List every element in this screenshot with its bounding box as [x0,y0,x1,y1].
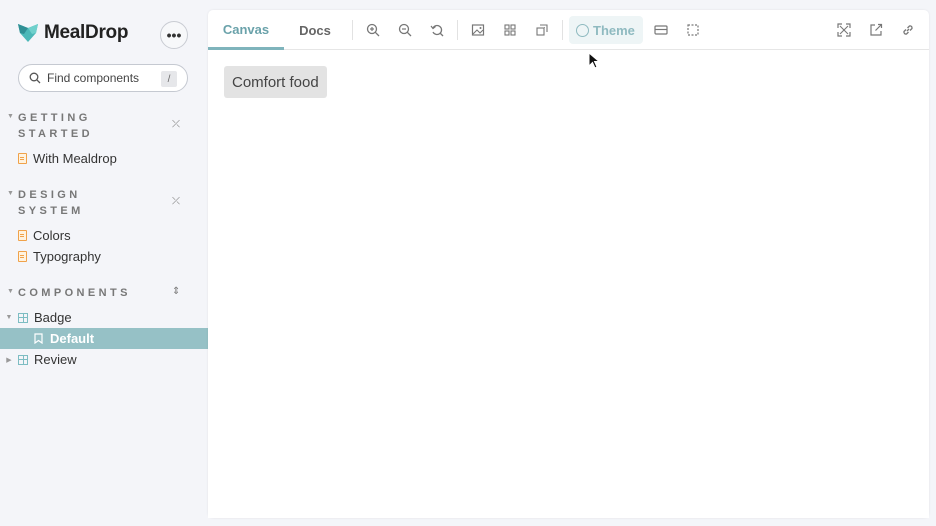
fullscreen-icon[interactable] [836,22,852,38]
expand-collapse-icon[interactable]: ⇕ [172,286,180,297]
preview-panel: Canvas Docs Theme Comfort food [208,10,929,518]
section-title: DESIGN SYSTEM [18,189,84,217]
sidebar-item-label: With Mealdrop [33,151,117,166]
sidebar-item-colors[interactable]: Colors [0,225,208,246]
fox-logo-icon [18,24,38,42]
bookmark-icon [34,333,43,344]
sidebar-item-label: Typography [33,249,101,264]
section-title: COMPONENTS [18,287,131,299]
background-icon[interactable] [470,22,486,38]
outline-icon[interactable] [685,22,701,38]
measure-icon[interactable] [534,22,550,38]
sidebar-item-label: Colors [33,228,71,243]
section-components[interactable]: ▼ COMPONENTS ⇕ [0,285,208,303]
sidebar-item-with-mealdrop[interactable]: With Mealdrop [0,148,208,169]
zoom-out-icon[interactable] [397,22,413,38]
open-new-tab-icon[interactable] [868,22,884,38]
search-icon [29,72,41,84]
sidebar-item-review[interactable]: ▶ Review [0,349,208,370]
sidebar-item-label: Default [50,331,95,346]
toolbar-divider [457,20,458,40]
document-icon [18,230,27,241]
zoom-reset-icon[interactable] [429,22,445,38]
sidebar-item-default[interactable]: Default [0,328,208,349]
component-icon [18,312,28,323]
toolbar: Canvas Docs Theme [208,10,929,50]
grid-icon[interactable] [502,22,518,38]
viewport-icon[interactable] [653,22,669,38]
zoom-in-icon[interactable] [365,22,381,38]
mouse-cursor-icon [588,52,600,69]
caret-down-icon: ▼ [5,314,13,321]
section-design-system[interactable]: ▼ DESIGN SYSTEM ⤫ [0,187,208,221]
caret-down-icon: ▼ [7,288,14,295]
caret-down-icon: ▼ [7,113,14,120]
collapse-icon[interactable]: ⤫ [172,196,180,207]
copy-link-icon[interactable] [900,22,916,38]
collapse-icon[interactable]: ⤫ [172,119,180,130]
caret-down-icon: ▼ [7,190,14,197]
toolbar-divider [352,20,353,40]
theme-label: Theme [593,22,635,38]
search-box[interactable]: / [18,64,188,92]
search-input[interactable] [47,71,157,85]
document-icon [18,153,27,164]
section-getting-started[interactable]: ▼ GETTING STARTED ⤫ [0,110,208,144]
sidebar-item-badge[interactable]: ▼ Badge [0,307,208,328]
brand-name: MealDrop [44,22,129,43]
brand[interactable]: MealDrop [18,22,128,44]
sidebar-item-typography[interactable]: Typography [0,246,208,267]
search-shortcut-key: / [161,71,177,87]
sidebar: MealDrop ••• / ▼ GETTING STARTED ⤫ With … [0,0,208,526]
section-title: GETTING STARTED [18,112,93,140]
sidebar-item-label: Badge [34,310,72,325]
more-menu-button[interactable]: ••• [160,21,188,49]
theme-button[interactable]: Theme [569,16,643,44]
tab-docs[interactable]: Docs [284,10,346,50]
caret-right-icon: ▶ [6,356,12,364]
theme-icon [576,23,589,37]
toolbar-divider [562,20,563,40]
sidebar-item-label: Review [34,352,77,367]
badge-component: Comfort food [224,66,327,98]
document-icon [18,251,27,262]
component-icon [18,354,28,365]
canvas-area: Comfort food [208,51,929,518]
tab-canvas[interactable]: Canvas [208,10,284,50]
